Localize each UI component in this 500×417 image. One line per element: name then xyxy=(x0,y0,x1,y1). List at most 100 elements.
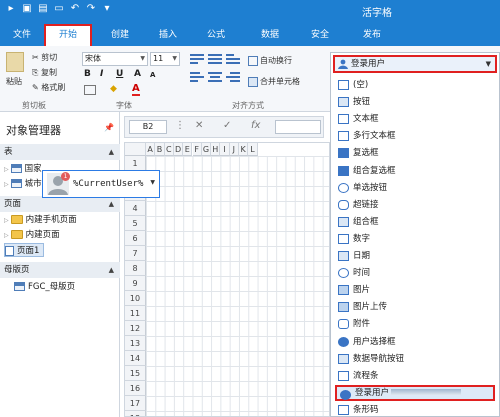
formula-bar-menu-icon[interactable]: ⋮ xyxy=(175,120,185,131)
column-header[interactable]: C xyxy=(164,143,174,156)
dropdown-option[interactable]: 附件 xyxy=(335,316,495,332)
list-item[interactable]: ▷ 内建手机页面 xyxy=(4,213,77,227)
app-menu-icon[interactable]: ▸ xyxy=(6,4,16,14)
row-header[interactable]: 9 xyxy=(125,276,146,291)
dropdown-option[interactable]: (空) xyxy=(335,77,495,93)
insert-function-icon[interactable]: fx xyxy=(251,120,260,131)
column-header[interactable]: I xyxy=(220,143,230,156)
tab-create[interactable]: 创建 xyxy=(100,26,140,46)
font-size-select[interactable]: 11 ▼ xyxy=(150,52,180,66)
dropdown-option[interactable]: 按钮 xyxy=(335,94,495,110)
column-header[interactable]: G xyxy=(201,143,212,156)
column-header[interactable]: F xyxy=(192,143,202,156)
align-right-icon[interactable] xyxy=(226,72,240,82)
column-header[interactable]: K xyxy=(239,143,249,156)
dropdown-option[interactable]: 组合框 xyxy=(335,214,495,230)
dropdown-option[interactable]: 图片上传 xyxy=(335,299,495,315)
row-header[interactable]: 6 xyxy=(125,231,146,246)
list-item[interactable]: ▷ 城市 xyxy=(4,177,42,191)
chevron-down-icon[interactable]: ▼ xyxy=(150,179,155,186)
section-tables[interactable]: 表 ▲ xyxy=(0,144,120,160)
bold-button[interactable]: B xyxy=(84,69,91,79)
copy-button[interactable]: ⎘ 复制 xyxy=(32,67,57,78)
column-header[interactable]: A xyxy=(146,143,156,156)
dropdown-option[interactable]: 数字 xyxy=(335,231,495,247)
section-pages[interactable]: 页面 ▲ xyxy=(0,196,120,212)
fill-color-icon[interactable]: ◆ xyxy=(110,84,117,94)
confirm-formula-icon[interactable]: ✓ xyxy=(223,120,231,131)
row-header[interactable]: 12 xyxy=(125,321,146,336)
save-icon[interactable]: ▣ xyxy=(22,4,32,14)
row-header[interactable]: 10 xyxy=(125,291,146,306)
column-header[interactable]: E xyxy=(183,143,193,156)
row-header[interactable]: 1 xyxy=(125,156,146,171)
cancel-formula-icon[interactable]: ✕ xyxy=(195,120,203,131)
dropdown-option[interactable]: 超链接 xyxy=(335,197,495,213)
customize-qa-icon[interactable]: ▾ xyxy=(102,4,112,14)
paste-icon[interactable] xyxy=(6,52,24,72)
dropdown-option[interactable]: 图片 xyxy=(335,282,495,298)
dropdown-option[interactable]: 多行文本框 xyxy=(335,128,495,144)
merge-cells-button[interactable]: 合并单元格 xyxy=(248,76,300,87)
cell-reference-box[interactable]: B2 xyxy=(129,120,167,134)
format-painter-button[interactable]: ✎ 格式刷 xyxy=(32,82,65,93)
tab-publish[interactable]: 发布 xyxy=(352,26,392,46)
cell-type-select[interactable]: 登录用户 ▼ xyxy=(333,55,497,73)
border-icon[interactable] xyxy=(84,85,96,95)
align-middle-icon[interactable] xyxy=(208,54,222,64)
section-master-pages[interactable]: 母版页 ▲ xyxy=(0,262,120,278)
font-grow-button[interactable]: A xyxy=(134,69,141,79)
font-name-select[interactable]: 宋体 ▼ xyxy=(82,52,148,66)
wrap-text-button[interactable]: 自动换行 xyxy=(248,55,292,66)
dropdown-option[interactable]: 单选按钮 xyxy=(335,180,495,196)
cell-type-dropdown[interactable]: 登录用户 ▼ (空) 按钮 文本框 多行文本框 复选框 组合复选框 单选按钮 超链接 组合框 数字… xyxy=(330,52,500,417)
cut-button[interactable]: ✂ 剪切 xyxy=(32,52,57,63)
dropdown-option[interactable]: 组合复选框 xyxy=(335,163,495,179)
paste-button[interactable]: 粘贴 xyxy=(6,76,22,87)
align-top-icon[interactable] xyxy=(190,54,204,64)
list-item[interactable]: ▷ 国家 xyxy=(4,162,42,176)
dropdown-option[interactable]: 文本框 xyxy=(335,111,495,127)
row-header[interactable]: 4 xyxy=(125,201,146,216)
row-header[interactable]: 13 xyxy=(125,336,146,351)
dropdown-option[interactable]: 条形码 xyxy=(335,402,495,417)
tab-home[interactable]: 开始 xyxy=(44,24,92,46)
tab-data[interactable]: 数据 xyxy=(250,26,290,46)
row-header[interactable]: 17 xyxy=(125,396,146,411)
row-header[interactable]: 8 xyxy=(125,261,146,276)
align-left-icon[interactable] xyxy=(190,72,204,82)
select-all-corner[interactable] xyxy=(125,143,146,156)
list-item[interactable]: ▷ 内建页面 xyxy=(4,228,60,242)
dropdown-option[interactable]: 流程条 xyxy=(335,368,495,384)
list-item[interactable]: FGC_母版页 xyxy=(14,280,75,294)
font-color-button[interactable]: A xyxy=(132,83,140,96)
new-icon[interactable]: ▤ xyxy=(38,4,48,14)
tab-formula[interactable]: 公式 xyxy=(196,26,236,46)
dropdown-option[interactable]: 日期 xyxy=(335,248,495,264)
underline-button[interactable]: U xyxy=(116,69,123,79)
tab-file[interactable]: 文件 xyxy=(4,26,40,46)
row-header[interactable]: 7 xyxy=(125,246,146,261)
column-header[interactable]: L xyxy=(248,143,258,156)
open-icon[interactable]: ▭ xyxy=(54,4,64,14)
row-header[interactable]: 15 xyxy=(125,366,146,381)
align-center-icon[interactable] xyxy=(208,72,222,82)
row-header[interactable]: 5 xyxy=(125,216,146,231)
dropdown-option[interactable]: 时间 xyxy=(335,265,495,281)
row-header[interactable]: 16 xyxy=(125,381,146,396)
dropdown-option[interactable]: 登录用户 xyxy=(335,384,495,401)
redo-icon[interactable]: ↷ xyxy=(86,4,96,14)
formula-input[interactable] xyxy=(275,120,321,134)
tab-insert[interactable]: 插入 xyxy=(148,26,188,46)
row-header[interactable]: 18 xyxy=(125,411,146,416)
column-header[interactable]: B xyxy=(155,143,165,156)
login-user-cell-widget[interactable]: 1 %CurrentUser% ▼ xyxy=(42,170,160,198)
column-header[interactable]: J xyxy=(229,143,239,156)
row-header[interactable]: 11 xyxy=(125,306,146,321)
column-header[interactable]: D xyxy=(173,143,184,156)
list-item[interactable]: 页面1 xyxy=(4,243,45,257)
column-header[interactable]: H xyxy=(211,143,221,156)
undo-icon[interactable]: ↶ xyxy=(70,4,80,14)
italic-button[interactable]: I xyxy=(100,69,103,79)
pin-icon[interactable]: 📌 xyxy=(104,123,114,132)
